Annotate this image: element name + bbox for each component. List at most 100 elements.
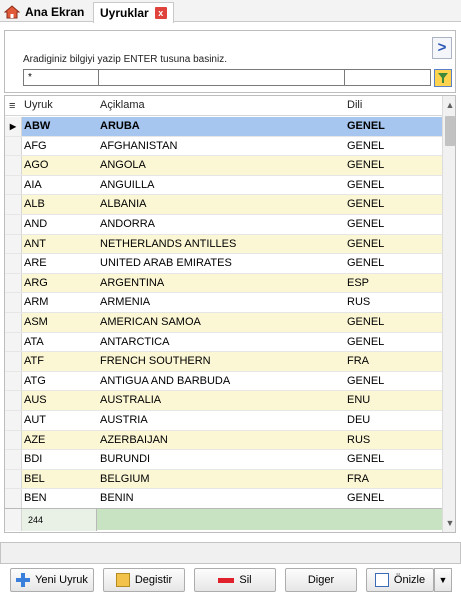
cell-aciklama: AMERICAN SAMOA (100, 315, 201, 328)
table-row[interactable]: AIA ANGUILLA GENEL (5, 175, 442, 196)
tab-home-label: Ana Ekran (25, 5, 85, 19)
grid-header: ≡ Uyruk Açiklama Dili (5, 96, 442, 116)
cell-aciklama: AFGHANISTAN (100, 139, 178, 152)
search-input-code[interactable]: * (23, 69, 99, 86)
cell-dili: GENEL (347, 335, 385, 348)
row-indicator (5, 332, 22, 352)
cell-uyruk: ARG (24, 276, 48, 289)
column-menu-icon[interactable]: ≡ (9, 100, 15, 112)
chevron-right-icon[interactable]: > (432, 37, 452, 59)
table-row[interactable]: ARE UNITED ARAB EMIRATES GENEL (5, 254, 442, 274)
table-row[interactable]: ATF FRENCH SOUTHERN FRA (5, 352, 442, 372)
search-input-language[interactable] (344, 69, 431, 86)
cell-aciklama: ANGUILLA (100, 178, 155, 191)
cell-aciklama: ANGOLA (100, 159, 146, 172)
close-icon[interactable]: x (154, 7, 167, 19)
table-row[interactable]: BDI BURUNDI GENEL (5, 450, 442, 470)
cell-aciklama: AUSTRALIA (100, 394, 162, 407)
cell-dili: GENEL (347, 453, 385, 466)
cell-uyruk: ALB (24, 198, 45, 211)
cell-uyruk: ATA (24, 335, 44, 348)
table-row[interactable]: AZE AZERBAIJAN RUS (5, 430, 442, 451)
cell-dili: ENU (347, 394, 371, 407)
tab-home[interactable]: Ana Ekran (4, 2, 84, 22)
table-row[interactable]: AFG AFGHANISTAN GENEL (5, 136, 442, 157)
cell-aciklama: BELGIUM (100, 472, 150, 485)
cell-aciklama: ARGENTINA (100, 276, 165, 289)
cell-dili: GENEL (347, 159, 385, 172)
scroll-up-icon[interactable]: ▲ (443, 98, 455, 112)
row-indicator (5, 293, 22, 312)
scroll-down-icon[interactable]: ▼ (443, 516, 455, 530)
cell-dili: FRA (347, 355, 369, 368)
filter-icon[interactable] (434, 69, 452, 87)
tab-uyruklar-label: Uyruklar (100, 6, 149, 20)
row-indicator (5, 195, 22, 214)
column-header-uyruk[interactable]: Uyruk (24, 99, 53, 111)
row-indicator (5, 469, 22, 489)
table-row[interactable]: AUS AUSTRALIA ENU (5, 391, 442, 411)
cell-uyruk: ARM (24, 296, 49, 309)
cell-dili: FRA (347, 472, 369, 485)
search-hint: Aradiginiz bilgiyi yazip ENTER tusuna ba… (23, 54, 227, 65)
cell-dili: RUS (347, 433, 371, 446)
cell-aciklama: ANTARCTICA (100, 335, 170, 348)
table-row[interactable]: BEN BENIN GENEL (5, 489, 442, 509)
cell-dili: ESP (347, 276, 370, 289)
cell-uyruk: AUS (24, 394, 47, 407)
scroll-thumb[interactable] (445, 116, 455, 146)
tab-uyruklar[interactable]: Uyruklar x (93, 2, 174, 23)
table-row[interactable]: ATG ANTIGUA AND BARBUDA GENEL (5, 371, 442, 392)
preview-icon (374, 573, 389, 587)
minus-icon (218, 577, 235, 583)
row-indicator (5, 156, 22, 175)
table-row[interactable]: ▶ ABW ARUBA GENEL (5, 117, 442, 137)
record-count: 244 (22, 509, 97, 531)
cell-aciklama: AZERBAIJAN (100, 433, 168, 446)
plus-icon (16, 573, 31, 587)
delete-button-label: Sil (239, 574, 252, 586)
other-button-label: Diger (307, 574, 335, 586)
pencil-icon (115, 573, 130, 587)
row-indicator (5, 254, 22, 273)
table-row[interactable]: ATA ANTARCTICA GENEL (5, 332, 442, 353)
cell-uyruk: BEN (24, 492, 47, 505)
row-indicator (5, 312, 22, 332)
preview-button[interactable]: Önizle (366, 568, 434, 592)
table-row[interactable]: AUT AUSTRIA DEU (5, 410, 442, 431)
column-header-aciklama[interactable]: Açiklama (100, 99, 145, 111)
grid-footer: 244 (5, 508, 442, 531)
table-row[interactable]: BEL BELGIUM FRA (5, 469, 442, 490)
new-nationality-button[interactable]: Yeni Uyruk (10, 568, 94, 592)
tab-bar: Ana Ekran Uyruklar x (0, 0, 461, 23)
cell-aciklama: NETHERLANDS ANTILLES (100, 237, 237, 250)
cell-uyruk: AFG (24, 139, 47, 152)
column-header-dili[interactable]: Dili (347, 99, 362, 111)
search-panel: Aradiginiz bilgiyi yazip ENTER tusuna ba… (4, 30, 456, 93)
table-row[interactable]: ANT NETHERLANDS ANTILLES GENEL (5, 234, 442, 255)
cell-uyruk: ANT (24, 237, 46, 250)
row-indicator (5, 214, 22, 234)
edit-button[interactable]: Degistir (103, 568, 185, 592)
cell-uyruk: ATG (24, 374, 46, 387)
vertical-scrollbar[interactable]: ▲ ▼ (442, 96, 455, 532)
table-row[interactable]: ALB ALBANIA GENEL (5, 195, 442, 215)
cell-dili: GENEL (347, 139, 385, 152)
cell-uyruk: ARE (24, 257, 47, 270)
table-row[interactable]: AND ANDORRA GENEL (5, 214, 442, 235)
table-row[interactable]: ASM AMERICAN SAMOA GENEL (5, 312, 442, 333)
cell-dili: DEU (347, 413, 371, 426)
nationality-grid: ≡ Uyruk Açiklama Dili ▶ ABW ARUBA GENEL AFG A… (4, 95, 456, 533)
search-input-description[interactable] (98, 69, 345, 86)
chevron-down-icon[interactable]: ▼ (434, 568, 452, 592)
delete-button[interactable]: Sil (194, 568, 276, 592)
other-button[interactable]: Diger (285, 568, 357, 592)
cell-uyruk: ASM (24, 315, 48, 328)
table-row[interactable]: ARG ARGENTINA ESP (5, 273, 442, 294)
row-indicator (5, 175, 22, 195)
cell-dili: GENEL (347, 315, 385, 328)
home-icon (4, 5, 20, 19)
row-indicator (5, 136, 22, 156)
table-row[interactable]: ARM ARMENIA RUS (5, 293, 442, 313)
table-row[interactable]: AGO ANGOLA GENEL (5, 156, 442, 176)
